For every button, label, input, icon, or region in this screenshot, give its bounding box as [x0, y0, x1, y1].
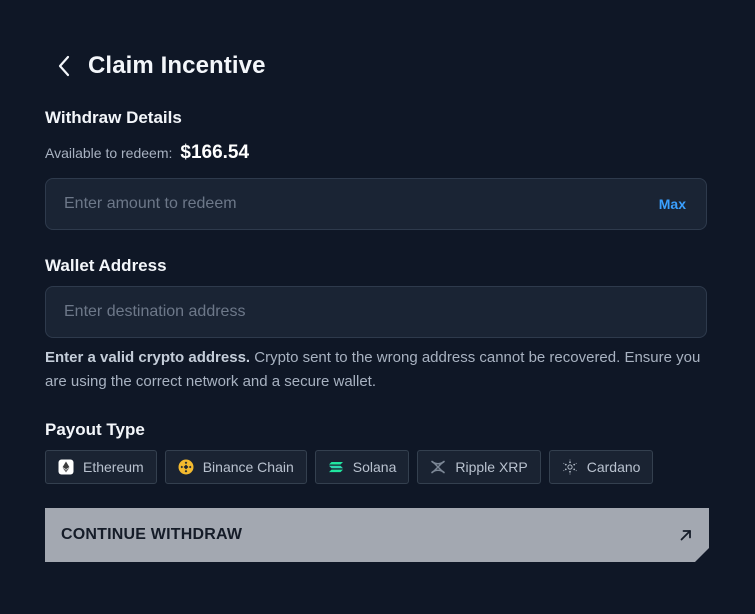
max-button[interactable]: Max [659, 196, 686, 212]
claim-incentive-page: Claim Incentive Withdraw Details Availab… [0, 0, 755, 614]
payout-option-label: Cardano [586, 459, 641, 475]
back-button[interactable] [52, 50, 76, 82]
payout-option-binance[interactable]: Binance Chain [164, 450, 307, 484]
payout-option-label: Ethereum [83, 459, 144, 475]
payout-option-label: Ripple XRP [455, 459, 528, 475]
payout-type-title: Payout Type [45, 420, 145, 439]
continue-withdraw-label: CONTINUE WITHDRAW [61, 526, 243, 543]
chevron-left-icon [58, 55, 70, 77]
page-header: Claim Incentive [52, 50, 266, 82]
amount-input[interactable] [62, 194, 659, 214]
payout-option-solana[interactable]: Solana [314, 450, 410, 484]
payout-option-ripple[interactable]: Ripple XRP [417, 450, 541, 484]
payout-type-options: Ethereum Binance Chain Solana Ripple XRP… [45, 450, 654, 484]
payout-option-ethereum[interactable]: Ethereum [45, 450, 157, 484]
available-balance: Available to redeem: $166.54 [45, 142, 249, 164]
wallet-address-title: Wallet Address [45, 256, 167, 275]
payout-option-label: Solana [352, 459, 397, 475]
withdraw-details-title: Withdraw Details [45, 108, 182, 127]
payout-option-cardano[interactable]: Cardano [548, 450, 654, 484]
cardano-icon [562, 459, 578, 475]
page-title: Claim Incentive [88, 52, 266, 79]
ethereum-icon [58, 459, 74, 475]
wallet-warning-bold: Enter a valid crypto address. [45, 349, 251, 366]
ripple-icon [430, 459, 446, 475]
payout-option-label: Binance Chain [202, 459, 294, 475]
wallet-address-field [45, 286, 707, 338]
amount-field: Max [45, 178, 707, 230]
arrow-up-right-icon [679, 528, 693, 542]
binance-icon [178, 459, 194, 475]
continue-withdraw-button[interactable]: CONTINUE WITHDRAW [45, 508, 709, 562]
wallet-warning-note: Enter a valid crypto address. Crypto sen… [45, 346, 725, 394]
solana-icon [328, 459, 344, 475]
available-label: Available to redeem: [45, 145, 173, 161]
available-value: $166.54 [180, 142, 250, 163]
wallet-address-input[interactable] [62, 302, 690, 322]
